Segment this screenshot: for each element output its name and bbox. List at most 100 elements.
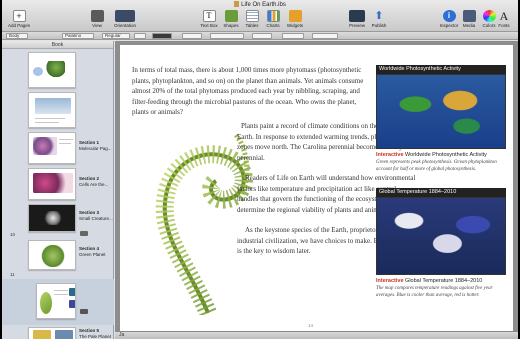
sidebar-item-selected-page[interactable] [2,279,114,325]
page-thumbnail [36,283,76,319]
section-subtitle: The Pale Planet [79,333,112,339]
paragraph-style-select[interactable]: Body [6,33,28,39]
toolbar: Life On Earth.ibs + Add Pages View Orien… [2,0,518,32]
font-family-select[interactable]: Palatino [62,33,94,39]
thumbnail-image [69,288,75,296]
text-line [54,290,68,291]
widget-title: Global Temperature 1884–2010 [405,278,483,284]
page-number: 10 [10,232,16,237]
thumbnail-image [37,245,69,267]
temperature-map[interactable] [376,197,506,275]
section-label: Section 5 The Pale Planet [79,328,113,339]
bold-italic-buttons[interactable] [182,33,202,39]
thumbnail-image [33,67,43,76]
thumbnail-image [33,330,51,339]
page-thumbnail [28,240,76,270]
preview-icon [349,10,365,22]
page-thumbnail [28,204,76,232]
sidebar-header: Book [2,41,113,49]
title-bar: Life On Earth.ibs [2,0,518,10]
text-color-well[interactable] [152,33,172,39]
window-title: Life On Earth.ibs [241,2,286,8]
format-bar: Body Palatino Regular [2,32,518,40]
text-line [35,118,65,119]
page-number-footer: 14 [308,323,314,328]
thumbnail-image [40,292,52,314]
widget-header: Worldwide Photosynthetic Activity [376,65,506,74]
page-thumbnail [28,52,76,88]
widgets-icon [288,10,302,22]
thumbnail-image [33,173,73,193]
orientation-button[interactable]: Orientation [110,10,140,32]
interactive-tag: Interactive [376,152,404,158]
thumbnail-image [69,300,75,308]
section-label: Section 3 Small Creature... [79,210,113,221]
section-label: Section 4 Green Planet [79,246,113,257]
line-spacing-select[interactable] [252,33,272,39]
sidebar-item-section-5[interactable]: Section 5 The Pale Planet [2,325,114,339]
page-toggle-icon[interactable] [80,231,88,236]
add-pages-button[interactable]: + Add Pages [4,10,34,32]
status-text: Ja [119,332,125,338]
section-label: Section 1 Molecular Pag... [79,140,113,151]
page-thumbnail [28,327,76,339]
page-toggle-icon[interactable] [80,309,88,314]
thumbnail-image [55,330,73,339]
text-line [54,294,68,295]
book-sidebar: Book Section 1 Molecular Pag... Section … [2,41,114,339]
table-icon [245,10,259,22]
bottom-status-bar: Ja [115,331,518,339]
list-style-select[interactable] [312,33,338,39]
book-page[interactable]: In terms of total mass, there is about 1… [120,45,513,331]
intro-paragraph[interactable]: In terms of total mass, there is about 1… [132,65,367,118]
thumbnail-image [43,61,65,77]
view-button[interactable]: View [82,10,112,32]
section-subtitle: Molecular Pag... [79,145,112,151]
widget-title: Worldwide Photosynthetic Activity [405,152,487,158]
document-icon [234,1,240,8]
widget-description: The map compares temperature readings ag… [376,286,493,298]
photosynthesis-map[interactable] [376,74,506,149]
fern-leaflets [155,145,253,315]
sidebar-item-section-1[interactable]: Section 1 Molecular Pag... [2,130,114,166]
widget-description: Green represents peak photosynthesis. Oc… [376,160,497,172]
page-thumbnail [28,132,76,164]
sidebar-item-intro[interactable] [2,90,114,130]
text-line [35,122,59,123]
text-box-icon: T [202,10,216,22]
sidebar-item-section-3[interactable]: Section 3 Small Creature... 10 [2,202,114,238]
page-number: 11 [10,272,15,277]
font-weight-select[interactable]: Regular [102,33,130,39]
ibooks-author-window: Life On Earth.ibs + Add Pages View Orien… [2,0,518,339]
publish-button[interactable]: ⬆ Publish [364,10,394,32]
thumbnail-image [43,211,63,225]
document-canvas[interactable]: In terms of total mass, there is about 1… [115,41,518,331]
orientation-icon [115,10,135,22]
widget-header: Global Temperature 1884–2010 [376,188,506,197]
sidebar-item-cover[interactable] [2,50,114,90]
text-line [59,139,73,140]
sidebar-item-section-2[interactable]: Section 2 Cells Are the... [2,166,114,202]
widget-caption: Interactive Worldwide Photosynthetic Act… [376,152,510,159]
thumbnail-image [35,98,71,114]
columns-select[interactable] [282,33,304,39]
page-thumbnail [28,92,76,128]
plus-icon: + [12,10,26,22]
fonts-button[interactable]: A Fonts [492,10,516,32]
thumbnail-image [33,137,57,155]
chart-icon [266,10,280,22]
section-label: Section 2 Cells Are the... [79,176,113,187]
section-subtitle: Green Planet [79,251,106,257]
sidebar-item-section-4[interactable]: Section 4 Green Planet 11 [2,238,114,278]
upload-arrow-icon: ⬆ [374,10,384,22]
section-subtitle: Small Creature... [79,215,113,221]
page-thumbnail [28,168,76,200]
font-size-field[interactable] [134,33,146,39]
widgets-button[interactable]: Widgets [280,10,310,32]
view-icon [90,10,104,22]
section-subtitle: Cells Are the... [79,181,109,187]
alignment-buttons[interactable] [210,33,244,39]
shapes-icon [224,10,238,22]
text-line [59,143,71,144]
interactive-tag: Interactive [376,278,404,284]
